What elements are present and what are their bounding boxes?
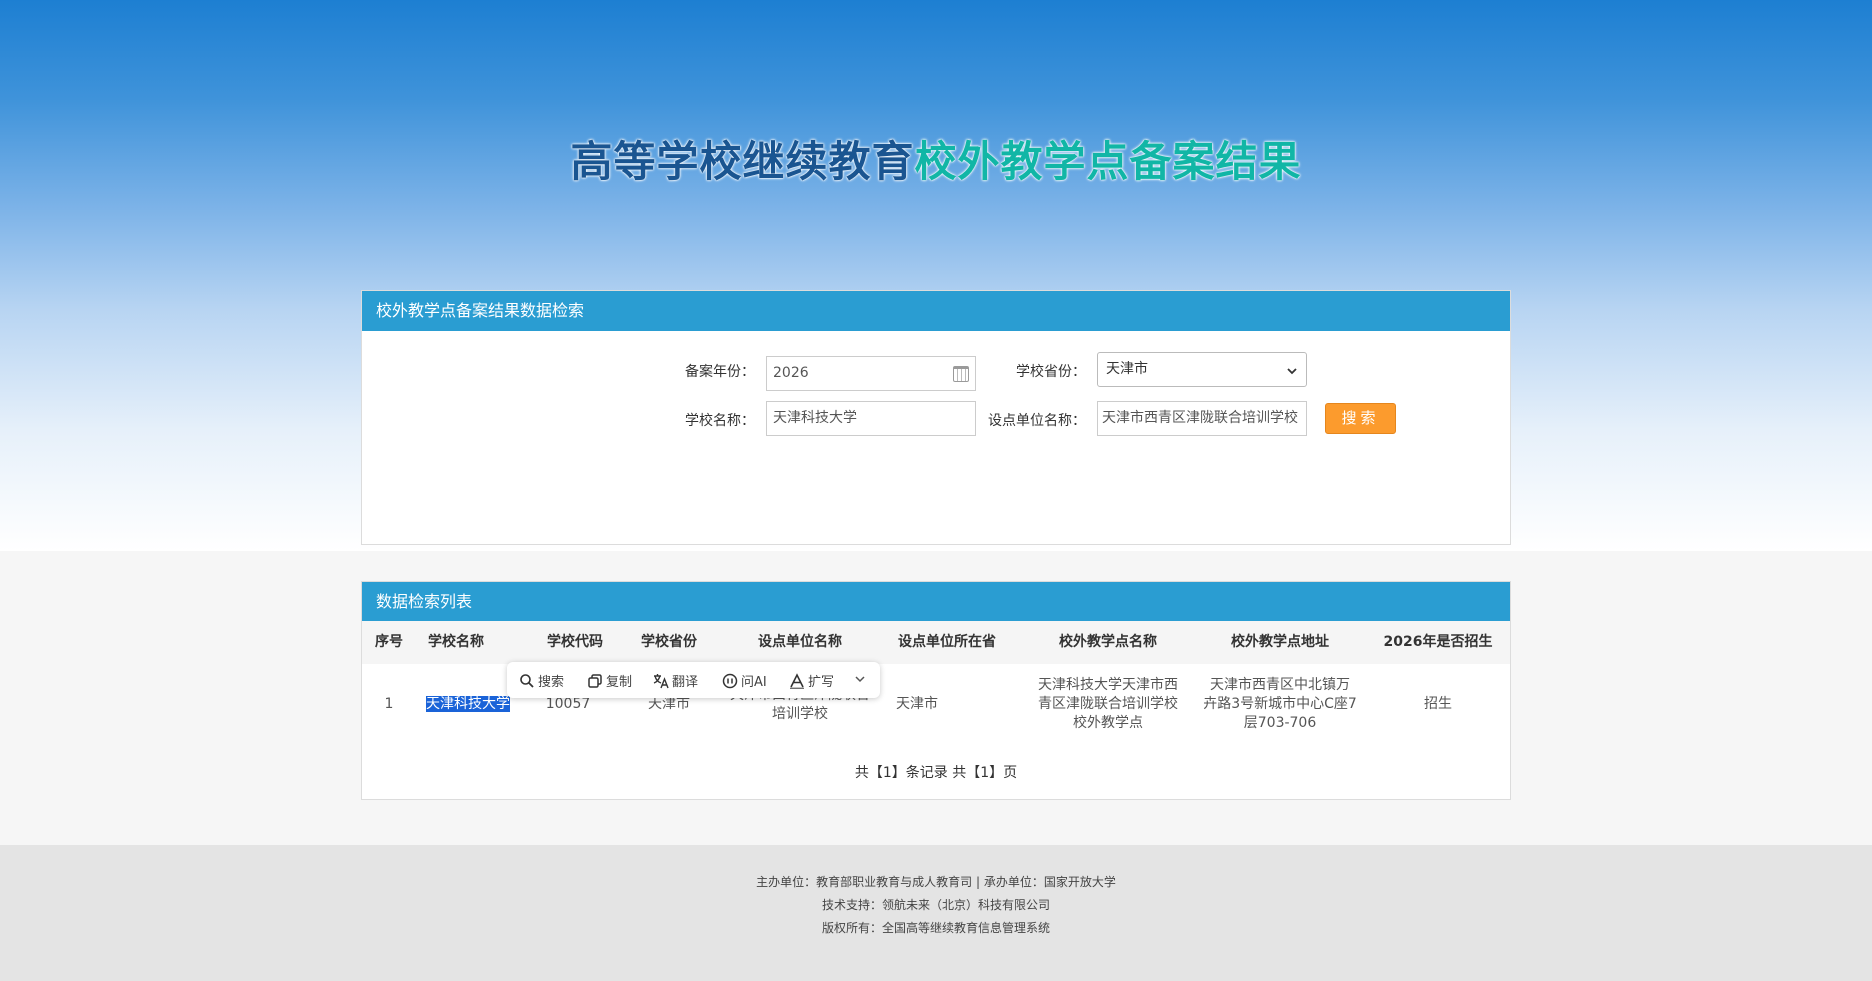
- row-enrolling: 招生: [1424, 696, 1452, 712]
- province-select[interactable]: 天津市: [1097, 352, 1307, 387]
- row-point-name-line2: 青区津陇联合培训学校: [1038, 696, 1178, 712]
- page-title-part2: 校外教学点备案结果: [914, 137, 1302, 186]
- page-title: 高等学校继续教育校外教学点备案结果: [0, 128, 1872, 189]
- column-header: 设点单位名称: [758, 634, 842, 650]
- ai-chat-icon: [722, 673, 738, 689]
- calendar-icon[interactable]: [953, 366, 969, 382]
- toolbar-expand-label: 扩写: [808, 675, 835, 690]
- footer-line1: 主办单位：教育部职业教育与成人教育司 | 承办单位：国家开放大学: [756, 875, 1116, 889]
- row-school-name-text: 天津科技大学: [426, 696, 510, 712]
- footer-line3: 版权所有：全国高等继续教育信息管理系统: [821, 921, 1050, 935]
- search-icon: [520, 674, 534, 688]
- row-point-name: 天津科技大学天津市西 青区津陇联合培训学校 校外教学点: [1030, 676, 1186, 733]
- row-address-line1: 天津市西青区中北镇万: [1210, 677, 1350, 693]
- school-label: 学校名称：: [685, 413, 755, 429]
- search-button[interactable]: 搜索: [1325, 403, 1396, 434]
- row-school-name[interactable]: 天津科技大学: [426, 695, 512, 714]
- translate-icon: [653, 674, 669, 689]
- row-unit-name-line2: 培训学校: [772, 706, 828, 722]
- pagination: 共【1】条记录 共【1】页: [854, 765, 1018, 781]
- year-value: 2026: [773, 365, 809, 381]
- toolbar-search-label: 搜索: [538, 675, 565, 690]
- toolbar-search[interactable]: 搜索: [519, 671, 565, 690]
- year-input[interactable]: 2026: [766, 356, 976, 391]
- column-header: 学校代码: [547, 634, 603, 650]
- chevron-down-icon: [855, 676, 865, 683]
- column-header: 设点单位所在省: [898, 634, 996, 650]
- search-panel-title: 校外教学点备案结果数据检索: [362, 291, 1510, 331]
- toolbar-translate[interactable]: 翻译: [653, 671, 699, 690]
- column-header: 序号: [375, 634, 403, 650]
- column-header: 校外教学点地址: [1231, 634, 1329, 650]
- unit-label: 设点单位名称：: [988, 413, 1086, 429]
- expand-writing-icon: [790, 673, 804, 689]
- page-title-part1: 高等学校继续教育: [570, 137, 915, 186]
- results-panel-title: 数据检索列表: [362, 582, 1510, 622]
- row-point-name-line1: 天津科技大学天津市西: [1038, 677, 1178, 693]
- toolbar-ask-ai[interactable]: 问AI: [722, 671, 767, 690]
- year-label: 备案年份：: [685, 364, 755, 380]
- footer: 主办单位：教育部职业教育与成人教育司 | 承办单位：国家开放大学 技术支持：领航…: [0, 845, 1872, 981]
- toolbar-expand[interactable]: 扩写: [789, 671, 835, 690]
- toolbar-translate-label: 翻译: [672, 675, 699, 690]
- toolbar-more[interactable]: [852, 671, 871, 689]
- column-header: 学校省份: [641, 634, 697, 650]
- row-unit-province: 天津市: [896, 696, 938, 712]
- unit-name-input[interactable]: 天津市西青区津陇联合培训学校: [1097, 401, 1307, 436]
- row-address-line2: 卉路3号新城市中心C座7: [1203, 696, 1357, 712]
- province-value: 天津市: [1106, 361, 1148, 377]
- row-point-name-line3: 校外教学点: [1073, 715, 1143, 731]
- selection-toolbar: 搜索 复制 翻译 问AI 扩写: [507, 662, 880, 698]
- column-header: 校外教学点名称: [1059, 634, 1157, 650]
- row-index: 1: [384, 696, 394, 712]
- toolbar-ask-ai-label: 问AI: [741, 675, 767, 690]
- copy-icon: [588, 674, 602, 688]
- toolbar-copy-label: 复制: [606, 675, 633, 690]
- toolbar-copy[interactable]: 复制: [587, 671, 633, 690]
- province-label: 学校省份：: [1016, 364, 1086, 380]
- column-header: 2026年是否招生: [1383, 634, 1493, 650]
- footer-line2: 技术支持：领航未来（北京）科技有限公司: [821, 898, 1050, 912]
- chevron-down-icon: [1286, 360, 1298, 393]
- row-address: 天津市西青区中北镇万 卉路3号新城市中心C座7 层703-706: [1195, 676, 1365, 733]
- column-header: 学校名称: [428, 634, 484, 650]
- school-name-input[interactable]: 天津科技大学: [766, 401, 976, 436]
- row-address-line3: 层703-706: [1243, 715, 1317, 731]
